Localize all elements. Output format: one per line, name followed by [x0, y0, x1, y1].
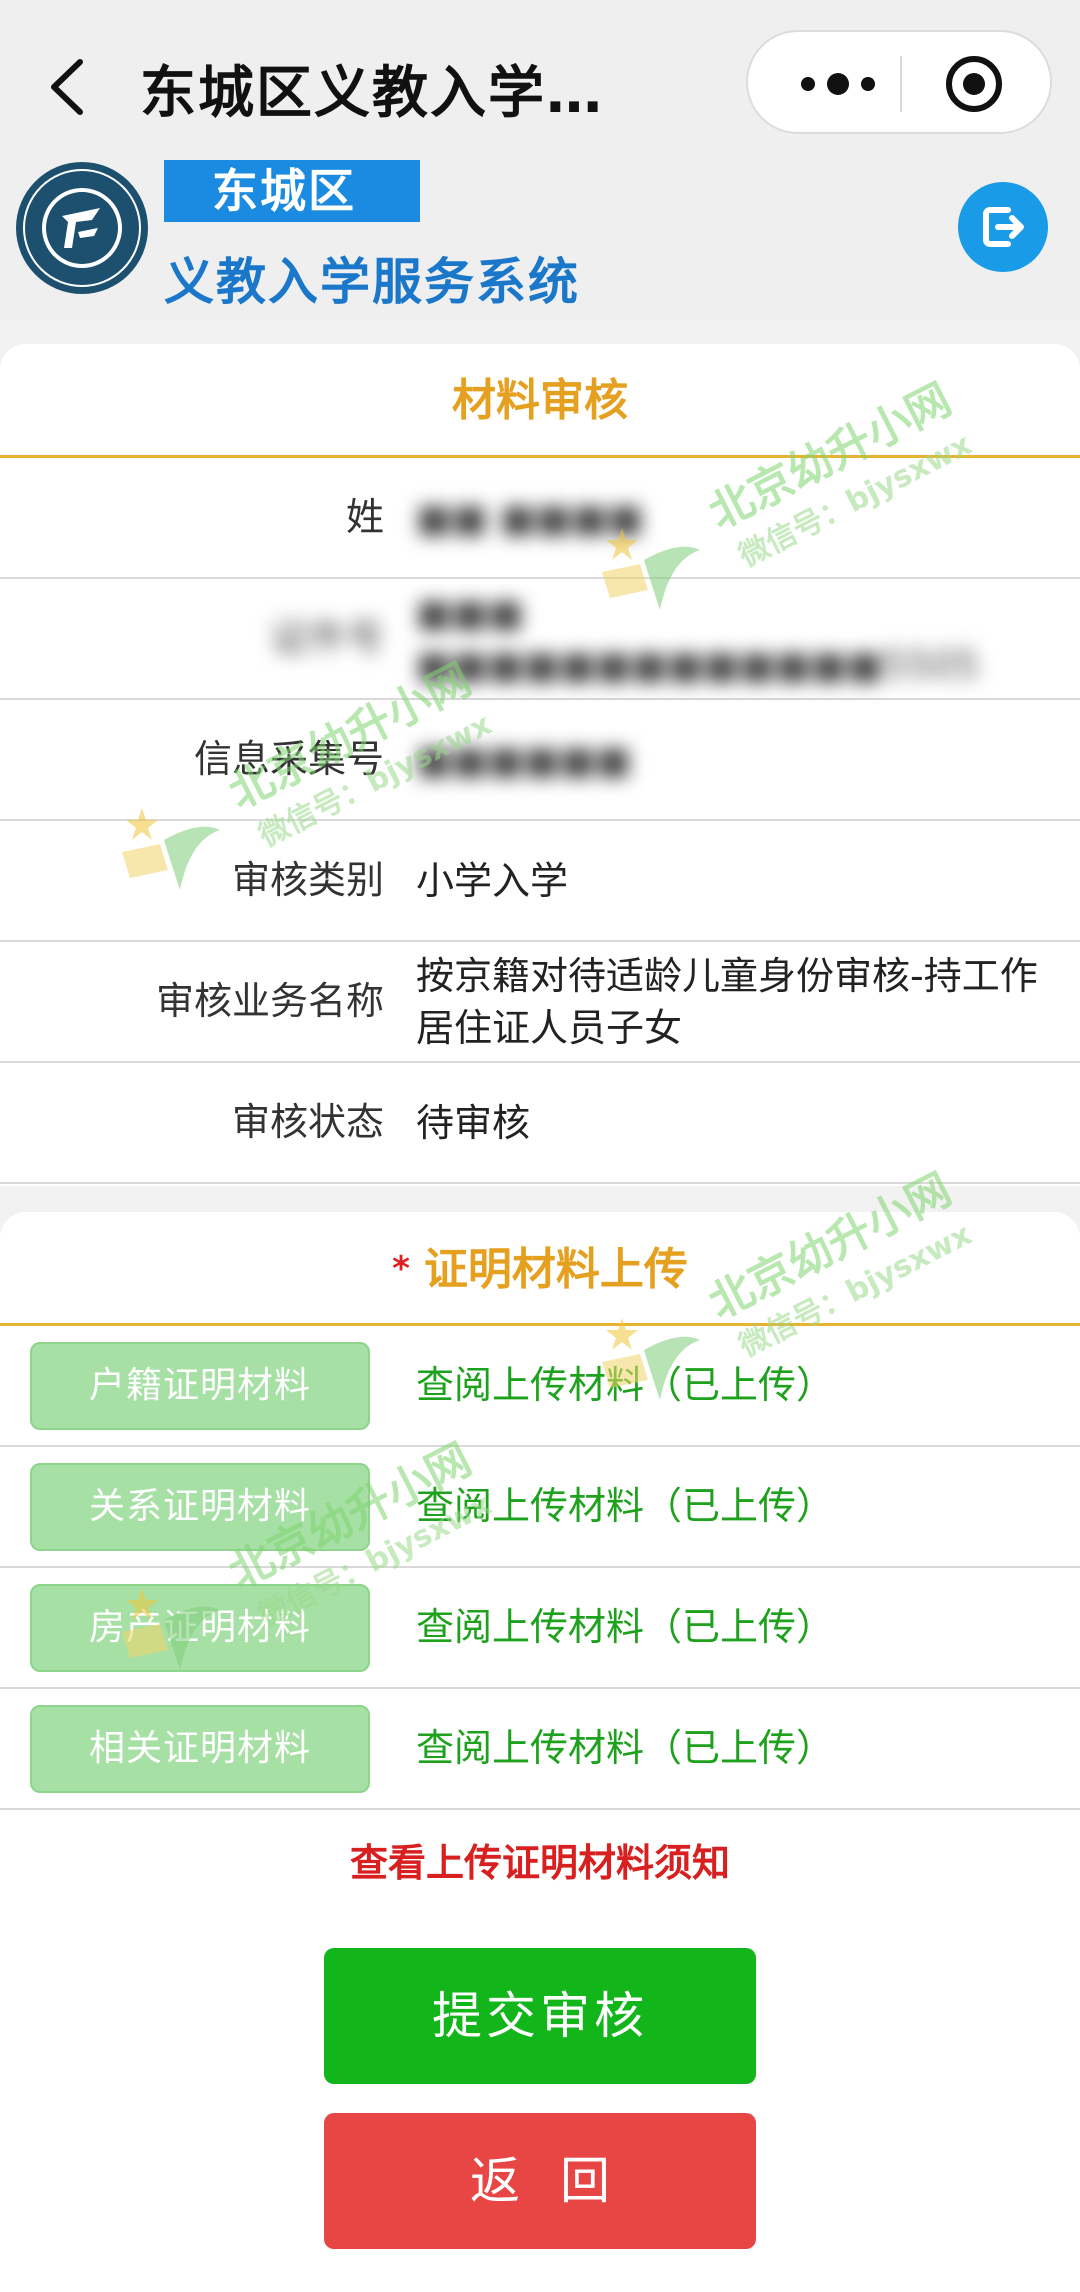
more-dots-icon[interactable]	[788, 66, 888, 102]
view-upload-link[interactable]: 查阅上传材料（已上传）	[416, 1447, 834, 1566]
upload-button-household[interactable]: 户籍证明材料	[30, 1342, 370, 1430]
district-badge: 东城区	[164, 160, 420, 222]
info-value: 小学入学	[416, 858, 569, 903]
capsule-divider	[900, 56, 902, 112]
upload-section-title-text: 证明材料上传	[423, 1244, 688, 1295]
info-value-blurred: ■■ ■■■■	[416, 495, 644, 540]
info-label: 证件号	[269, 616, 384, 660]
upload-button-related[interactable]: 相关证明材料	[30, 1705, 370, 1793]
upload-row: 房产证明材料 查阅上传材料（已上传）	[0, 1568, 1080, 1689]
info-label: 审核类别	[231, 858, 384, 902]
upload-row: 关系证明材料 查阅上传材料（已上传）	[0, 1447, 1080, 1568]
info-label: 姓	[345, 495, 384, 539]
education-logo-icon	[14, 160, 150, 296]
info-row-category: 审核类别 小学入学	[0, 821, 1080, 942]
mini-program-capsule	[746, 30, 1052, 134]
submit-review-button[interactable]: 提交审核	[324, 1948, 756, 2084]
app-header: 东城区 义教入学服务系统	[0, 150, 1080, 320]
review-section-title: 材料审核	[0, 344, 1080, 458]
info-label: 信息采集号	[193, 737, 384, 781]
info-label: 审核状态	[231, 1100, 384, 1144]
info-row-collection-no: 信息采集号 ■■■■■■	[0, 700, 1080, 821]
view-upload-link[interactable]: 查阅上传材料（已上传）	[416, 1689, 834, 1808]
view-upload-link[interactable]: 查阅上传材料（已上传）	[416, 1568, 834, 1687]
mini-program-nav-bar: 东城区义教入学…	[0, 0, 1080, 160]
upload-card: * 证明材料上传 户籍证明材料 查阅上传材料（已上传） 关系证明材料 查阅上传材料…	[0, 1212, 1080, 2292]
info-label: 审核业务名称	[155, 979, 384, 1023]
upload-notice-link[interactable]: 查看上传证明材料须知	[0, 1832, 1080, 1887]
nav-title: 东城区义教入学…	[140, 61, 604, 126]
required-mark: *	[392, 1249, 410, 1289]
info-value: 按京籍对待适龄儿童身份审核-持工作居住证人员子女	[416, 953, 1038, 1050]
info-value: 待审核	[416, 1100, 531, 1145]
view-upload-link[interactable]: 查阅上传材料（已上传）	[416, 1326, 834, 1445]
review-card: 材料审核 姓 ■■ ■■■■ 证件号 ■■■ ■■■■■■■■■■■■■5505…	[0, 344, 1080, 1186]
info-row-business-name: 审核业务名称 按京籍对待适龄儿童身份审核-持工作居住证人员子女	[0, 942, 1080, 1063]
back-button[interactable]: 返回	[324, 2113, 756, 2249]
close-target-icon[interactable]	[944, 54, 1004, 114]
back-chevron-icon[interactable]	[40, 52, 100, 122]
info-row-status: 审核状态 待审核	[0, 1063, 1080, 1184]
upload-section-title: * 证明材料上传	[0, 1212, 1080, 1326]
info-row-id: 证件号 ■■■ ■■■■■■■■■■■■■5505	[0, 579, 1080, 700]
upload-row: 户籍证明材料 查阅上传材料（已上传）	[0, 1326, 1080, 1447]
system-name: 义教入学服务系统	[164, 253, 580, 311]
info-value-blurred: ■■■ ■■■■■■■■■■■■■5505	[416, 590, 980, 687]
upload-button-property[interactable]: 房产证明材料	[30, 1584, 370, 1672]
info-row-name: 姓 ■■ ■■■■	[0, 458, 1080, 579]
logout-icon	[983, 207, 1024, 247]
logout-button[interactable]	[958, 182, 1048, 272]
upload-row: 相关证明材料 查阅上传材料（已上传）	[0, 1689, 1080, 1810]
info-value-blurred: ■■■■■■	[416, 737, 632, 782]
upload-button-relationship[interactable]: 关系证明材料	[30, 1463, 370, 1551]
